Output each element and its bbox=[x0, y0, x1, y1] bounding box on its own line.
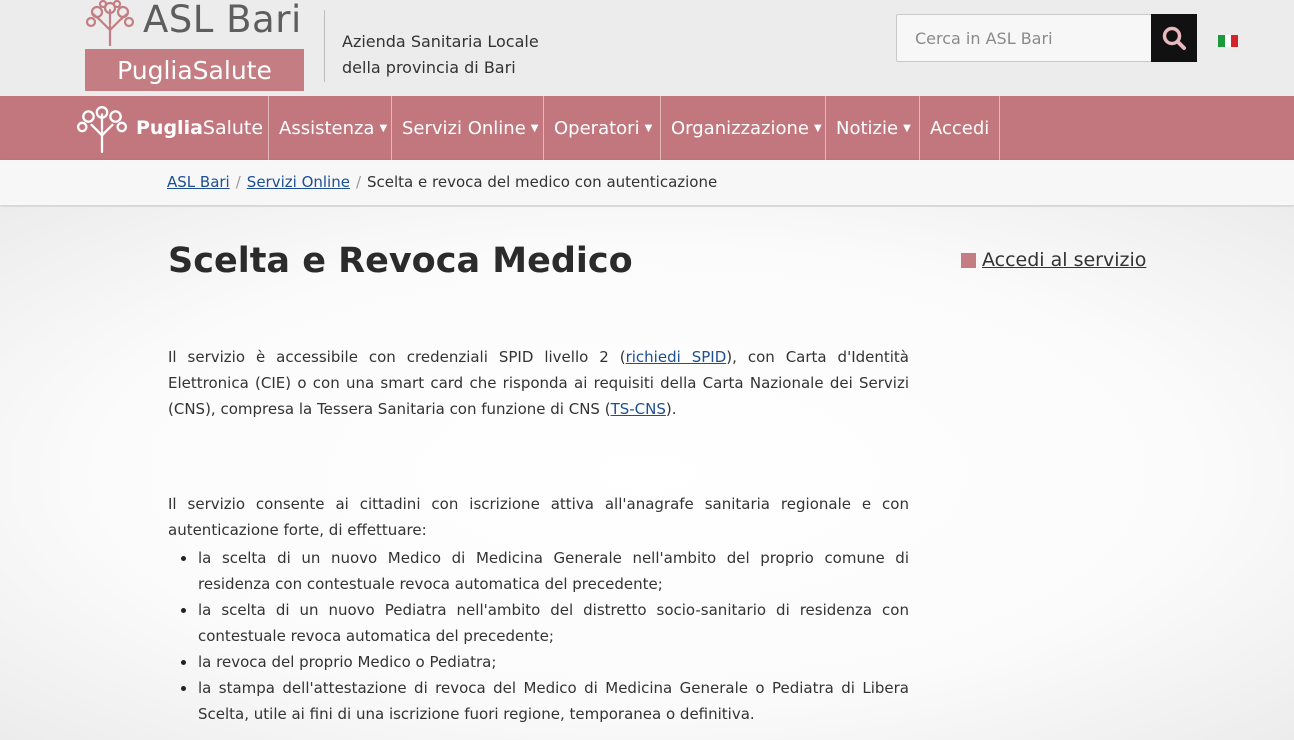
asl-bari-logo[interactable]: ASL Bari PugliaSalute bbox=[85, 0, 305, 91]
nav-item-accedi[interactable]: Accedi bbox=[919, 96, 1001, 160]
main-navbar: PugliaSalute Assistenza ▼ Servizi Online ▼… bbox=[0, 96, 1294, 160]
brand-light: Salute bbox=[202, 117, 264, 139]
caret-down-icon: ▼ bbox=[644, 122, 653, 134]
navbar-brand-text: PugliaSalute bbox=[136, 117, 263, 139]
logo-subtitle: PugliaSalute bbox=[85, 49, 304, 91]
tagline: Azienda Sanitaria Locale della provincia… bbox=[342, 29, 539, 81]
p1-text-c: ). bbox=[665, 400, 677, 418]
breadcrumb-bar: ASL Bari / Servizi Online / Scelta e revoca … bbox=[0, 160, 1294, 206]
search-input[interactable] bbox=[896, 14, 1152, 62]
list-item: la revoca del proprio Medico o Pediatra; bbox=[175, 649, 909, 675]
main-content: Scelta e Revoca Medico Accedi al servizi… bbox=[0, 207, 1294, 740]
site-header: ASL Bari PugliaSalute Azienda Sanitaria … bbox=[0, 0, 1294, 96]
nav-label: Servizi Online bbox=[402, 117, 526, 139]
navbar-brand[interactable]: PugliaSalute bbox=[76, 96, 263, 160]
breadcrumb-link-servizi-online[interactable]: Servizi Online bbox=[247, 173, 350, 191]
nav-item-notizie[interactable]: Notizie ▼ bbox=[825, 96, 911, 160]
list-item: la scelta di un nuovo Pediatra nell'ambi… bbox=[175, 597, 909, 649]
page-title: Scelta e Revoca Medico bbox=[168, 241, 633, 281]
richiedi-spid-link[interactable]: richiedi SPID bbox=[626, 348, 727, 366]
service-features-list: la scelta di un nuovo Medico di Medicina… bbox=[175, 545, 909, 727]
search-button[interactable] bbox=[1151, 14, 1197, 62]
tagline-line-1: Azienda Sanitaria Locale bbox=[342, 32, 539, 51]
list-item: la stampa dell'attestazione di revoca de… bbox=[175, 675, 909, 727]
service-description-paragraph: Il servizio consente ai cittadini con is… bbox=[168, 495, 909, 539]
italian-flag-icon[interactable] bbox=[1218, 35, 1239, 47]
tree-logo-icon bbox=[85, 0, 135, 46]
nav-label: Accedi bbox=[930, 117, 990, 139]
caret-down-icon: ▼ bbox=[379, 122, 388, 134]
ts-cns-link[interactable]: TS-CNS bbox=[611, 400, 666, 418]
header-divider bbox=[324, 10, 325, 82]
breadcrumb-link-home[interactable]: ASL Bari bbox=[167, 173, 230, 191]
list-item: la scelta di un nuovo Medico di Medicina… bbox=[175, 545, 909, 597]
tagline-line-2: della provincia di Bari bbox=[342, 58, 516, 77]
p1-text-a: Il servizio è accessibile con credenzial… bbox=[168, 348, 626, 366]
breadcrumb-current: Scelta e revoca del medico con autentica… bbox=[367, 173, 718, 191]
tree-logo-icon bbox=[76, 106, 128, 154]
accedi-servizio-label: Accedi al servizio bbox=[982, 249, 1147, 271]
brand-bold: Puglia bbox=[136, 117, 203, 139]
nav-item-operatori[interactable]: Operatori ▼ bbox=[543, 96, 652, 160]
nav-label: Operatori bbox=[554, 117, 640, 139]
breadcrumb-separator: / bbox=[355, 173, 362, 191]
breadcrumb: ASL Bari / Servizi Online / Scelta e revoca … bbox=[167, 173, 717, 191]
nav-item-assistenza[interactable]: Assistenza ▼ bbox=[268, 96, 387, 160]
nav-item-servizi-online[interactable]: Servizi Online ▼ bbox=[391, 96, 539, 160]
square-bullet-icon bbox=[961, 252, 976, 268]
logo-title: ASL Bari bbox=[143, 0, 302, 41]
accedi-servizio-link[interactable]: Accedi al servizio bbox=[961, 249, 1146, 271]
nav-item-organizzazione[interactable]: Organizzazione ▼ bbox=[660, 96, 822, 160]
caret-down-icon: ▼ bbox=[530, 122, 539, 134]
access-paragraph: Il servizio è accessibile con credenzial… bbox=[168, 344, 909, 422]
caret-down-icon: ▼ bbox=[814, 122, 822, 134]
nav-label: Organizzazione bbox=[671, 117, 809, 139]
nav-label: Assistenza bbox=[279, 117, 375, 139]
breadcrumb-separator: / bbox=[235, 173, 241, 191]
search-icon bbox=[1162, 26, 1186, 50]
caret-down-icon: ▼ bbox=[903, 122, 911, 134]
nav-label: Notizie bbox=[836, 117, 899, 139]
